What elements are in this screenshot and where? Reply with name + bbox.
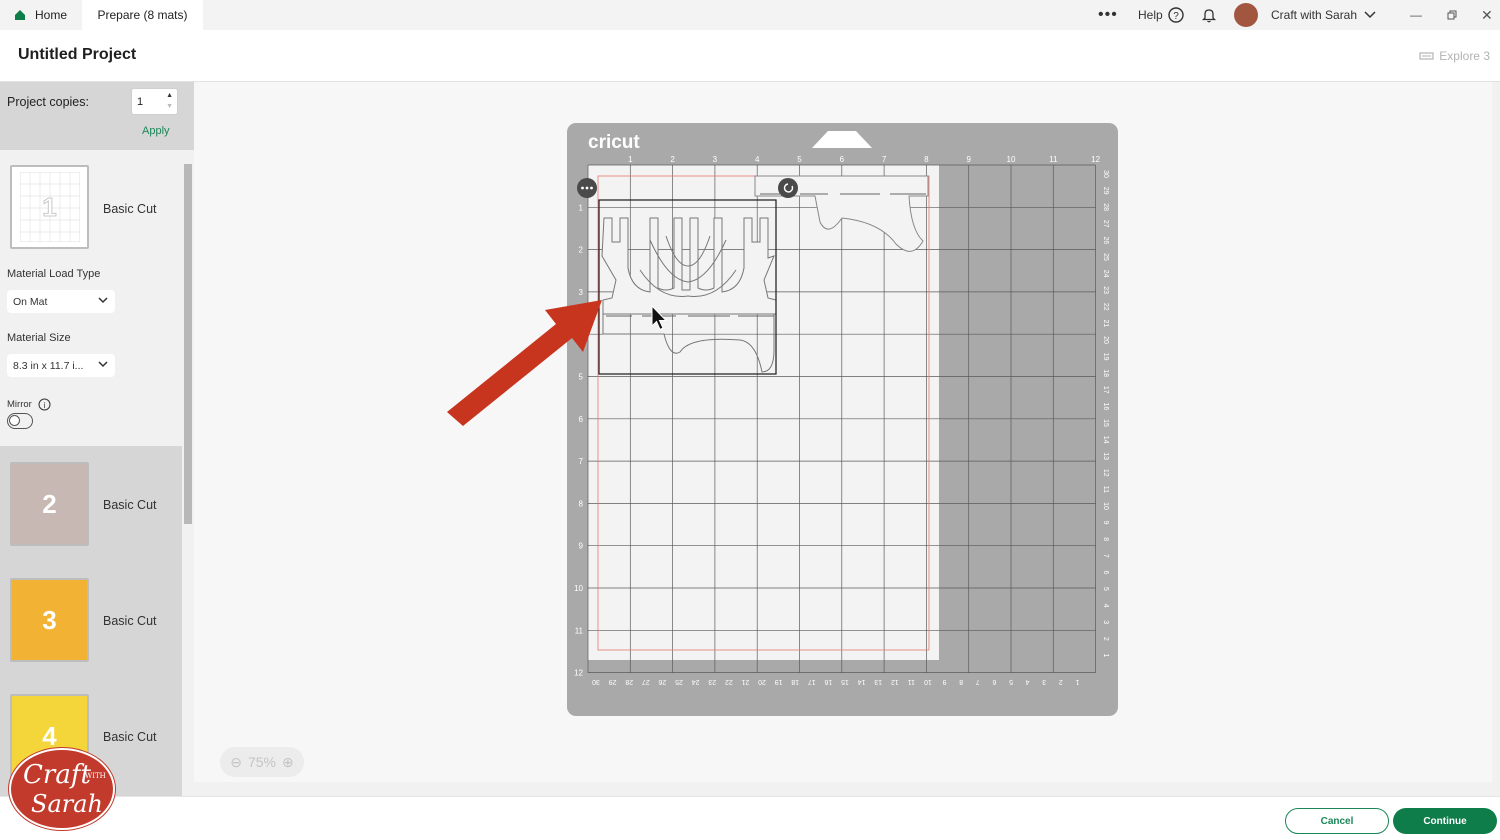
bell-icon [1201, 9, 1217, 23]
help-button[interactable]: Help ? [1138, 0, 1184, 30]
mat-card-1[interactable]: 1 Basic Cut Material Load Type On Mat Ma… [0, 150, 182, 446]
mat-sidebar: Project copies: 1 ▲ ▼ Apply 1 Basic Cut … [0, 82, 194, 796]
canvas-horizontal-scrollbar[interactable] [194, 782, 1500, 796]
sidebar-scroll-thumb[interactable] [184, 164, 192, 524]
project-copies-label: Project copies: [7, 95, 89, 109]
mat-thumbnail[interactable]: 3 [10, 578, 89, 662]
footer-bar: Cancel Continue [0, 796, 1500, 840]
mat-thumbnail[interactable]: 1 [10, 165, 89, 249]
chevron-down-icon [98, 297, 108, 304]
mat-thumbnail[interactable]: 2 [10, 462, 89, 546]
zoom-control: ⊖ 75% ⊕ [220, 747, 304, 777]
project-copies-input[interactable]: 1 ▲ ▼ [131, 88, 178, 115]
user-menu[interactable]: Craft with Sarah [1234, 0, 1376, 30]
restore-button[interactable] [1447, 0, 1457, 30]
mat-number: 4 [42, 720, 57, 751]
mat-number: 2 [42, 488, 57, 519]
project-copies-panel: Project copies: 1 ▲ ▼ Apply [0, 82, 194, 150]
chevron-down-icon [1364, 11, 1376, 19]
user-name: Craft with Sarah [1271, 8, 1358, 22]
apply-button[interactable]: Apply [142, 125, 170, 137]
tab-prepare[interactable]: Prepare (8 mats) [82, 0, 203, 30]
tab-prepare-label: Prepare (8 mats) [97, 8, 188, 22]
more-options-button[interactable]: ••• [1098, 0, 1118, 30]
increment-icon[interactable]: ▲ [166, 92, 173, 99]
material-load-type-select[interactable]: On Mat [7, 290, 115, 313]
mat-label: Basic Cut [103, 202, 157, 216]
toggle-knob [9, 415, 20, 426]
craft-with-sarah-logo: Craft WITH Sarah [9, 748, 115, 830]
mat-label: Basic Cut [103, 730, 157, 744]
mat-number: 1 [42, 191, 58, 222]
mat-card-3[interactable]: 3 Basic Cut [0, 562, 182, 678]
project-copies-value: 1 [137, 96, 144, 108]
mirror-label-text: Mirror [7, 399, 32, 411]
decrement-icon[interactable]: ▼ [166, 103, 173, 110]
logo-line-3: Sarah [31, 790, 103, 818]
mat-list: 1 Basic Cut Material Load Type On Mat Ma… [0, 150, 182, 796]
machine-name: Explore 3 [1439, 49, 1490, 63]
home-icon [15, 10, 25, 20]
close-button[interactable]: ✕ [1481, 0, 1493, 30]
cancel-button[interactable]: Cancel [1285, 808, 1389, 834]
svg-text:?: ? [1173, 11, 1179, 22]
help-icon: ? [1167, 7, 1184, 23]
material-load-type-value: On Mat [13, 296, 48, 308]
svg-text:i: i [44, 401, 46, 410]
logo-line-1: Craft [23, 760, 91, 790]
mat-preview-canvas [194, 82, 1492, 782]
zoom-out-icon[interactable]: ⊖ [230, 754, 242, 771]
help-label: Help [1138, 8, 1163, 22]
mat-card-2[interactable]: 2 Basic Cut [0, 446, 182, 562]
logo-line-2: WITH [85, 772, 106, 780]
more-horizontal-icon: ••• [1098, 6, 1118, 23]
info-icon[interactable]: i [38, 398, 51, 411]
machine-icon [1419, 52, 1434, 60]
close-icon: ✕ [1481, 6, 1493, 23]
mat-label: Basic Cut [103, 614, 157, 628]
zoom-value: 75% [247, 754, 277, 770]
continue-button[interactable]: Continue [1393, 808, 1497, 834]
material-size-select[interactable]: 8.3 in x 11.7 i... [7, 354, 115, 377]
notifications-button[interactable] [1201, 0, 1217, 30]
minimize-button[interactable]: — [1410, 0, 1422, 30]
restore-icon [1447, 10, 1457, 20]
sidebar-scrollbar[interactable] [182, 150, 194, 796]
mat-label: Basic Cut [103, 498, 157, 512]
mirror-toggle[interactable] [7, 413, 33, 429]
material-size-value: 8.3 in x 11.7 i... [13, 360, 84, 372]
canvas-vertical-scrollbar[interactable] [1492, 82, 1500, 782]
material-load-type-label: Material Load Type [7, 268, 101, 280]
chevron-down-icon [98, 361, 108, 368]
zoom-in-icon[interactable]: ⊕ [282, 754, 294, 771]
project-title: Untitled Project [18, 46, 137, 63]
mat-number: 3 [42, 604, 57, 635]
tab-home-label: Home [35, 8, 68, 22]
minimize-icon: — [1410, 8, 1422, 22]
machine-selector[interactable]: Explore 3 [1419, 49, 1490, 63]
title-bar: Home Prepare (8 mats) ••• Help ? Craft w… [0, 0, 1500, 30]
project-header: Untitled Project Explore 3 [0, 30, 1500, 82]
mirror-label: Mirror i [7, 398, 51, 411]
avatar [1234, 3, 1258, 27]
material-size-label: Material Size [7, 332, 71, 344]
tab-home[interactable]: Home [0, 0, 80, 30]
